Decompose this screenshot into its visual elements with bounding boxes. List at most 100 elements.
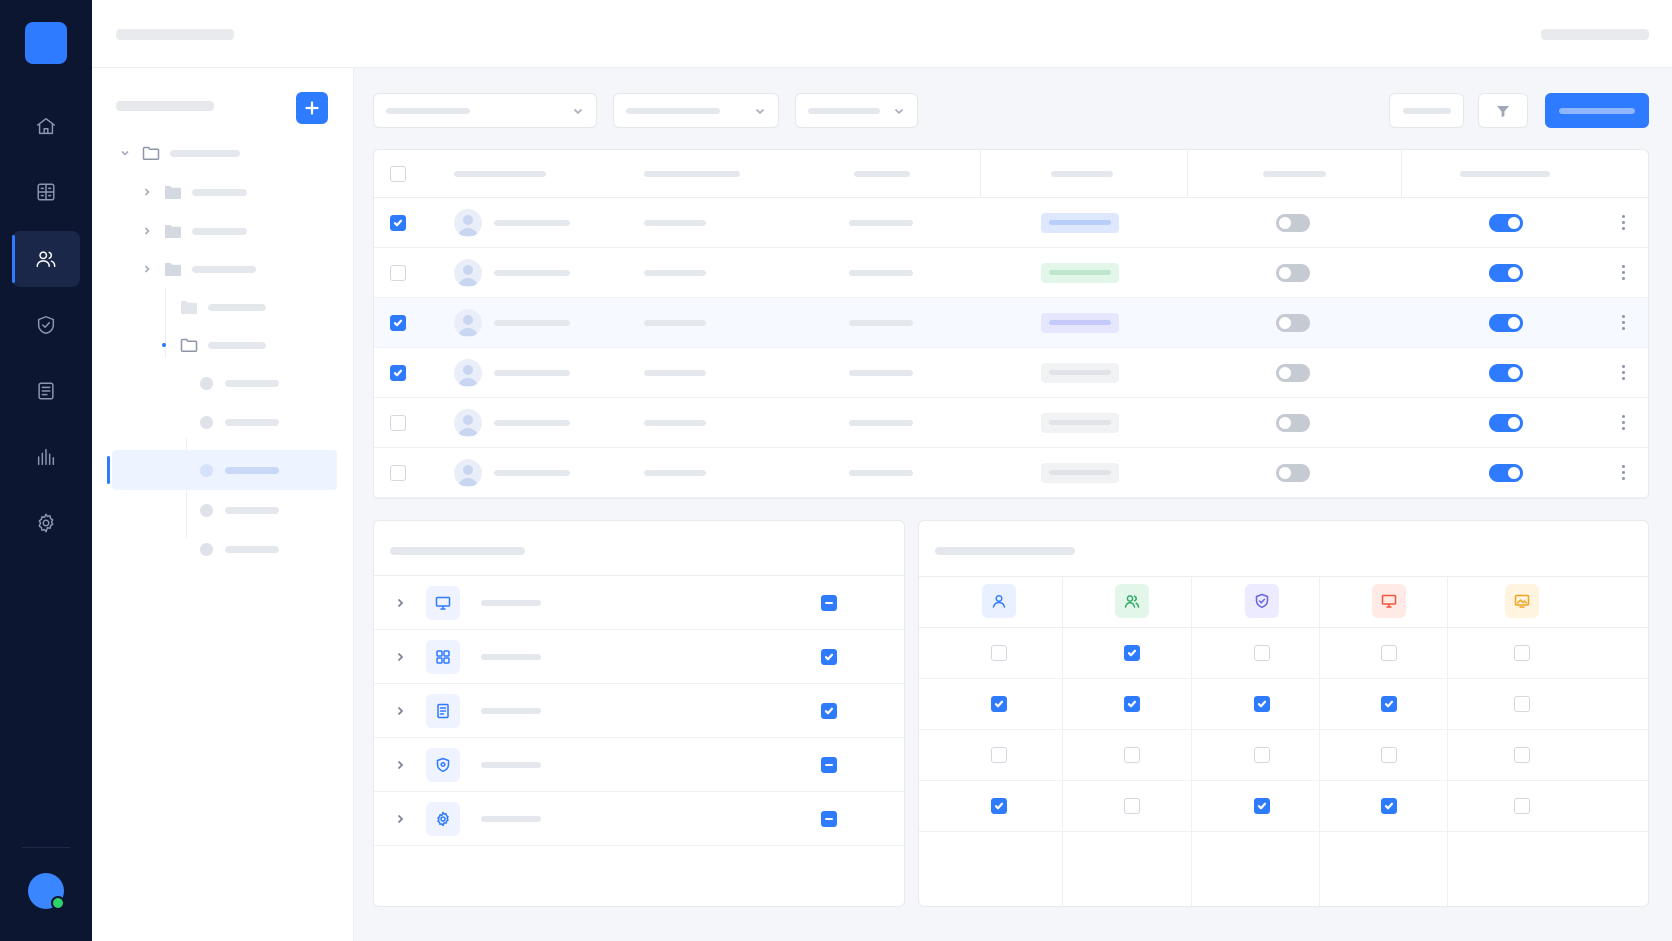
matrix-cell[interactable] [1124,679,1140,729]
table-row[interactable] [374,348,1648,398]
toggle-switch[interactable] [1489,348,1523,397]
table-row[interactable] [374,298,1648,348]
matrix-cell[interactable] [1381,730,1397,780]
chevron-right-icon[interactable] [142,187,152,197]
matrix-cell[interactable] [1254,781,1270,831]
nav-documents[interactable] [12,363,80,419]
toggle-switch[interactable] [1489,398,1523,447]
matrix-cell[interactable] [1254,679,1270,729]
checkbox-unchecked[interactable] [390,464,406,481]
table-row[interactable] [374,198,1648,248]
checkbox-checked[interactable] [991,798,1007,814]
checkbox-unchecked[interactable] [1514,645,1530,661]
toggle-switch[interactable] [1276,348,1310,397]
matrix-cell[interactable] [1381,628,1397,678]
toggle-switch[interactable] [1489,298,1523,347]
checkbox-unchecked[interactable] [390,414,406,431]
checkbox-unchecked[interactable] [991,645,1007,661]
tree-node[interactable] [142,177,247,207]
role-column-header[interactable] [1505,584,1539,618]
primary-action-button[interactable] [1545,93,1649,128]
more-vertical-icon[interactable] [1622,365,1626,380]
secondary-button[interactable] [1389,93,1464,128]
role-column-header[interactable] [1115,584,1149,618]
matrix-cell[interactable] [1254,628,1270,678]
column-header[interactable] [644,171,740,177]
checkbox-unchecked[interactable] [390,264,406,281]
checkbox-unchecked[interactable] [1124,798,1140,814]
matrix-cell[interactable] [1124,781,1140,831]
toggle-switch[interactable] [1276,198,1310,247]
checkbox-unchecked[interactable] [1124,747,1140,763]
tree-leaf[interactable] [200,534,279,564]
toggle-switch[interactable] [1276,398,1310,447]
tree-leaf-selected[interactable] [200,455,279,485]
checkbox-checked[interactable] [390,314,406,331]
tree-leaf[interactable] [200,407,279,437]
chevron-right-icon[interactable] [394,759,406,771]
more-vertical-icon[interactable] [1622,215,1626,230]
matrix-cell[interactable] [1381,679,1397,729]
checkbox-checked[interactable] [821,648,837,665]
nav-home[interactable] [12,98,80,154]
column-header[interactable] [454,171,546,177]
app-logo[interactable] [25,22,67,64]
matrix-cell[interactable] [991,781,1007,831]
checkbox-indeterminate[interactable] [821,810,837,827]
expand-button[interactable] [394,684,406,737]
add-node-button[interactable] [296,92,328,124]
expand-button[interactable] [394,630,406,683]
module-permission[interactable] [821,684,837,737]
row-actions-button[interactable] [1622,248,1626,297]
account-menu-placeholder[interactable] [1541,29,1649,40]
toggle-switch[interactable] [1276,298,1310,347]
column-header[interactable] [1460,171,1550,177]
matrix-cell[interactable] [991,679,1007,729]
matrix-cell[interactable] [1514,781,1530,831]
toggle-switch[interactable] [1276,448,1310,497]
table-row[interactable] [374,398,1648,448]
module-row[interactable] [374,738,904,792]
matrix-cell[interactable] [1514,679,1530,729]
row-select[interactable] [390,448,406,497]
table-row[interactable] [374,248,1648,298]
matrix-cell[interactable] [991,730,1007,780]
matrix-cell[interactable] [1124,730,1140,780]
user-avatar[interactable] [28,873,65,910]
toggle-switch[interactable] [1489,248,1523,297]
checkbox-checked[interactable] [390,214,406,231]
row-actions-button[interactable] [1622,198,1626,247]
table-row[interactable] [374,448,1648,498]
chevron-right-icon[interactable] [394,651,406,663]
row-actions-button[interactable] [1622,298,1626,347]
checkbox-unchecked[interactable] [1514,747,1530,763]
checkbox-indeterminate[interactable] [821,756,837,773]
row-actions-button[interactable] [1622,448,1626,497]
nav-dashboard[interactable] [12,164,80,220]
more-vertical-icon[interactable] [1622,415,1626,430]
module-permission[interactable] [821,576,837,629]
toggle-switch[interactable] [1276,248,1310,297]
column-header[interactable] [1263,171,1326,177]
matrix-cell[interactable] [1254,730,1270,780]
checkbox-checked[interactable] [821,702,837,719]
filter-select-3[interactable] [795,93,918,128]
more-vertical-icon[interactable] [1622,465,1626,480]
matrix-cell[interactable] [1124,628,1140,678]
filter-select-1[interactable] [373,93,597,128]
row-select[interactable] [390,198,406,247]
chevron-right-icon[interactable] [394,597,406,609]
expand-button[interactable] [394,576,406,629]
chevron-right-icon[interactable] [394,705,406,717]
tree-node-root[interactable] [120,138,240,168]
chevron-down-icon[interactable] [120,148,130,158]
checkbox-checked[interactable] [1254,696,1270,712]
role-column-header[interactable] [982,584,1016,618]
checkbox-checked[interactable] [1124,696,1140,712]
row-select[interactable] [390,398,406,447]
tree-node[interactable] [180,292,266,322]
checkbox-checked[interactable] [1381,798,1397,814]
module-permission[interactable] [821,738,837,791]
checkbox-unchecked[interactable] [1381,645,1397,661]
header-select-all[interactable] [390,150,406,197]
